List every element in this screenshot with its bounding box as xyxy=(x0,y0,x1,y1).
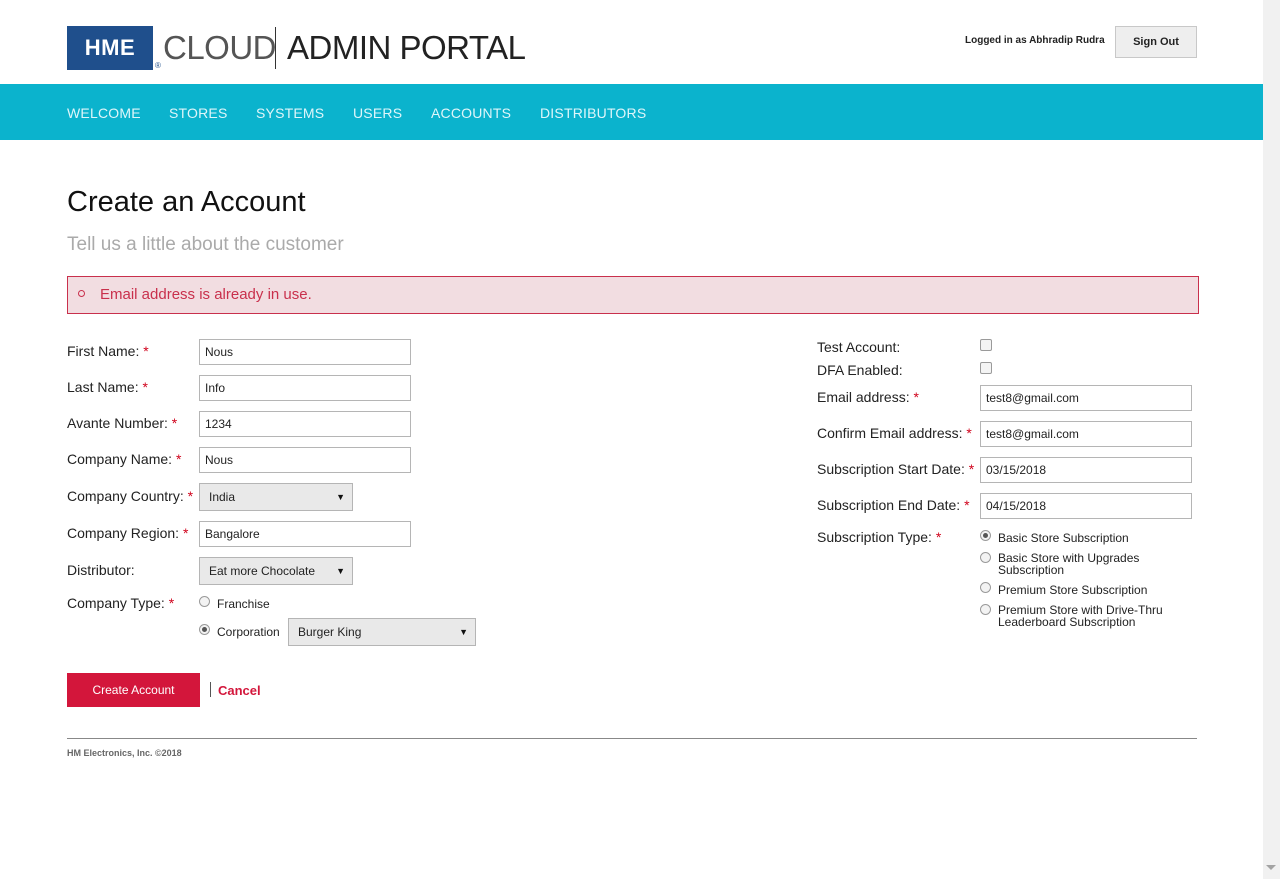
avante-number-input[interactable]: 1234 xyxy=(199,411,411,437)
error-message: Email address is already in use. xyxy=(100,286,312,303)
sub-start-input[interactable]: 03/15/2018 xyxy=(980,457,1192,483)
chevron-down-icon: ▼ xyxy=(459,627,468,637)
brand-value: Burger King xyxy=(298,625,362,639)
page-scrollbar[interactable] xyxy=(1263,0,1280,879)
distributor-label: Distributor: xyxy=(67,562,135,578)
first-name-label: First Name: * xyxy=(67,343,149,359)
header-divider xyxy=(275,27,276,69)
sub-end-label: Subscription End Date: * xyxy=(817,497,970,513)
hme-logo-text: HME xyxy=(84,35,136,60)
error-bullet-icon xyxy=(78,290,85,297)
logged-in-user: Logged in as Abhradip Rudra xyxy=(965,35,1105,46)
sub-type-drivethru-radio[interactable] xyxy=(980,604,991,615)
sub-end-input[interactable]: 04/15/2018 xyxy=(980,493,1192,519)
nav-item-systems[interactable]: SYSTEMS xyxy=(256,84,324,140)
franchise-radio[interactable] xyxy=(199,596,210,607)
email-input[interactable]: test8@gmail.com xyxy=(980,385,1192,411)
page-title: Create an Account xyxy=(67,186,306,218)
sub-type-label: Subscription Type: * xyxy=(817,529,942,545)
chevron-down-icon: ▼ xyxy=(336,566,345,576)
sub-type-basic-label: Basic Store Subscription xyxy=(998,531,1129,545)
chevron-down-icon: ▼ xyxy=(336,492,345,502)
franchise-label: Franchise xyxy=(217,597,270,611)
distributor-value: Eat more Chocolate xyxy=(209,564,316,578)
cloud-wordmark: CLOUD xyxy=(163,29,277,66)
confirm-email-label: Confirm Email address: * xyxy=(817,425,972,441)
sub-type-premium-label: Premium Store Subscription xyxy=(998,583,1148,597)
first-name-input[interactable]: Nous xyxy=(199,339,411,365)
avante-number-label: Avante Number: * xyxy=(67,415,178,431)
page-subtitle: Tell us a little about the customer xyxy=(67,234,344,255)
confirm-email-input[interactable]: test8@gmail.com xyxy=(980,421,1192,447)
company-name-input[interactable]: Nous xyxy=(199,447,411,473)
company-region-label: Company Region: * xyxy=(67,525,189,541)
create-account-button[interactable]: Create Account xyxy=(67,673,200,707)
corporation-radio[interactable] xyxy=(199,624,210,635)
cancel-separator xyxy=(210,682,211,697)
nav-item-welcome[interactable]: WELCOME xyxy=(67,84,141,140)
footer-divider xyxy=(67,738,1197,739)
sub-type-premium-radio[interactable] xyxy=(980,582,991,593)
distributor-select[interactable]: Eat more Chocolate ▼ xyxy=(199,557,353,585)
admin-portal-wordmark: ADMIN PORTAL xyxy=(287,29,526,66)
dfa-enabled-checkbox[interactable] xyxy=(980,362,992,374)
company-type-label: Company Type: * xyxy=(67,595,175,611)
corporation-label: Corporation xyxy=(217,625,280,639)
sub-type-basic-radio[interactable] xyxy=(980,530,991,541)
sub-type-upgrades-label: Basic Store with Upgrades Subscription xyxy=(998,551,1140,577)
footer-copyright: HM Electronics, Inc. ©2018 xyxy=(67,748,182,758)
company-name-label: Company Name: * xyxy=(67,451,182,467)
registered-mark: ® xyxy=(155,61,161,70)
company-country-select[interactable]: India ▼ xyxy=(199,483,353,511)
company-country-label: Company Country: * xyxy=(67,488,194,504)
page-header: HME ® CLOUD ADMIN PORTAL Logged in as Ab… xyxy=(0,0,1263,84)
nav-item-users[interactable]: USERS xyxy=(353,84,402,140)
sub-start-label: Subscription Start Date: * xyxy=(817,461,975,477)
email-label: Email address: * xyxy=(817,389,919,405)
last-name-input[interactable]: Info xyxy=(199,375,411,401)
nav-item-distributors[interactable]: DISTRIBUTORS xyxy=(540,84,646,140)
company-region-input[interactable]: Bangalore xyxy=(199,521,411,547)
hme-logo[interactable]: HME xyxy=(67,26,153,70)
last-name-label: Last Name: * xyxy=(67,379,148,395)
sign-out-button[interactable]: Sign Out xyxy=(1115,26,1197,58)
company-country-value: India xyxy=(209,490,236,504)
error-alert: Email address is already in use. xyxy=(67,276,1199,314)
sub-type-upgrades-radio[interactable] xyxy=(980,552,991,563)
brand-select[interactable]: Burger King ▼ xyxy=(288,618,476,646)
main-nav: WELCOME STORES SYSTEMS USERS ACCOUNTS DI… xyxy=(0,84,1263,140)
nav-item-stores[interactable]: STORES xyxy=(169,84,228,140)
sub-type-drivethru-label: Premium Store with Drive-Thru Leaderboard… xyxy=(998,603,1163,629)
cancel-link[interactable]: Cancel xyxy=(218,683,261,698)
test-account-label: Test Account: xyxy=(817,339,901,355)
dfa-enabled-label: DFA Enabled: xyxy=(817,362,903,378)
nav-item-accounts[interactable]: ACCOUNTS xyxy=(431,84,511,140)
scroll-down-arrow-icon[interactable] xyxy=(1266,865,1276,870)
test-account-checkbox[interactable] xyxy=(980,339,992,351)
